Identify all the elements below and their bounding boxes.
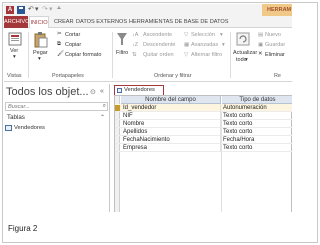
chevron-down-icon[interactable]: ▾	[245, 57, 248, 63]
access-logo-icon: A	[6, 6, 14, 14]
copiar-formato-button[interactable]: Copiar formato	[65, 52, 101, 58]
seleccion-button[interactable]: Selección	[191, 32, 215, 38]
chevron-down-icon[interactable]: ▾	[222, 42, 225, 48]
toggle-filter-icon[interactable]: ▽	[184, 52, 188, 58]
design-grid: Nombre del campo Tipo de datos Id_vended…	[114, 95, 292, 212]
ribbon-tabs: ARCHIVO INICIO CREAR DATOS EXTERNOS HERR…	[4, 16, 292, 29]
table-row[interactable]: FechaNacimiento Fecha/Hora	[115, 136, 292, 144]
view-icon[interactable]	[8, 32, 22, 46]
field-name-cell[interactable]: Id_vendedor	[123, 104, 221, 112]
remove-sort-icon[interactable]: ⇅	[132, 52, 137, 58]
tab-herramientas-base-datos[interactable]: HERRAMIENTAS DE BASE DE DATOS	[129, 16, 228, 28]
field-name-cell[interactable]: FechaNacimiento	[123, 136, 221, 144]
sort-ascending-icon[interactable]: ↓A	[132, 32, 138, 38]
data-type-cell[interactable]: Texto corto	[223, 112, 292, 120]
column-header-tipo: Tipo de datos	[222, 96, 292, 104]
descendente-button[interactable]: Descendente	[143, 42, 175, 48]
guardar-button[interactable]: Guardar	[265, 42, 285, 48]
chevron-down-icon[interactable]: ▾	[38, 56, 41, 62]
avanzadas-button[interactable]: Avanzadas	[191, 42, 218, 48]
table-icon	[5, 125, 12, 131]
tab-datos-externos[interactable]: DATOS EXTERNOS	[76, 16, 127, 28]
undo-icon[interactable]: ↶	[28, 5, 34, 13]
search-input[interactable]: Buscar... ⌕	[5, 102, 108, 111]
chevron-up-icon[interactable]: ⌃	[100, 114, 105, 121]
dropdown-icon[interactable]: ▾	[49, 5, 53, 13]
selection-icon[interactable]: ▽	[184, 32, 188, 38]
format-painter-icon[interactable]: 🖌	[57, 51, 64, 57]
copy-icon[interactable]: ⧉	[57, 41, 61, 48]
search-placeholder: Buscar...	[8, 104, 30, 110]
column-header-nombre: Nombre del campo	[121, 96, 221, 104]
tab-archivo[interactable]: ARCHIVO	[4, 16, 30, 28]
save-icon[interactable]	[17, 6, 25, 14]
eliminar-button[interactable]: Eliminar	[265, 52, 285, 58]
ribbon: Ver ▾ Vistas Pegar ▾ ✂ Cortar ⧉ Copiar 🖌…	[4, 28, 292, 82]
redo-icon[interactable]: ↷	[42, 5, 48, 13]
table-row[interactable]: Id_vendedor Autonumeración	[115, 104, 292, 112]
group-label-portapapeles: Portapapeles	[52, 73, 84, 79]
copiar-button[interactable]: Copiar	[65, 42, 81, 48]
data-type-cell[interactable]: Texto corto	[223, 144, 292, 152]
nav-pane-title[interactable]: Todos los objet...	[6, 86, 89, 98]
table-row[interactable]: NIF Texto corto	[115, 112, 292, 120]
table-icon	[117, 88, 122, 93]
context-tab-label: HERRAM	[267, 7, 292, 13]
field-name-cell[interactable]: Empresa	[123, 144, 221, 152]
customize-quick-access-icon[interactable]: ⩡	[57, 5, 61, 13]
table-row[interactable]: Empresa Texto corto	[115, 144, 292, 152]
search-icon[interactable]: ⌕	[103, 103, 106, 110]
tab-crear[interactable]: CREAR	[54, 16, 74, 28]
data-type-cell[interactable]: Autonumeración	[223, 104, 292, 112]
group-label-vistas: Vistas	[7, 73, 22, 79]
group-separator	[112, 32, 113, 78]
paste-icon[interactable]	[34, 32, 48, 48]
cortar-button[interactable]: Cortar	[65, 32, 80, 38]
field-name-cell[interactable]: Apellidos	[123, 128, 221, 136]
data-type-cell[interactable]: Texto corto	[223, 120, 292, 128]
data-type-cell[interactable]: Fecha/Hora	[223, 136, 292, 144]
data-type-cell[interactable]: Texto corto	[223, 128, 292, 136]
group-label-registros: Re	[274, 73, 281, 79]
sort-descending-icon[interactable]: ↓Z	[132, 42, 138, 48]
document-area: Vendedores Nombre del campo Tipo de dato…	[111, 84, 292, 212]
navigation-pane: Todos los objet... ⊙ « Buscar... ⌕ Tabla…	[4, 84, 110, 212]
alternar-filtro-button[interactable]: Alternar filtro	[191, 52, 222, 58]
ascendente-button[interactable]: Ascendente	[143, 32, 172, 38]
actualizar-button[interactable]: Actualizar	[233, 50, 257, 56]
group-separator	[230, 32, 231, 78]
field-name-cell[interactable]: NIF	[123, 112, 221, 120]
filtro-button[interactable]: Filtro	[116, 50, 128, 56]
new-record-icon[interactable]: ▤	[258, 32, 263, 38]
figure-caption: Figura 2	[8, 224, 38, 233]
chevron-down-icon[interactable]: ▾	[220, 32, 223, 38]
nav-options-icon[interactable]: ⊙	[90, 88, 96, 96]
dropdown-icon[interactable]: ▾	[35, 5, 39, 13]
field-name-cell[interactable]: Nombre	[123, 120, 221, 128]
quitar-orden-button[interactable]: Quitar orden	[143, 52, 174, 58]
access-window: A ↶ ▾ ↷ ▾ ⩡ HERRAM ARCHIVO INICIO CREAR …	[4, 4, 292, 212]
group-separator	[28, 32, 29, 78]
table-row[interactable]: Apellidos Texto corto	[115, 128, 292, 136]
doc-tab-label: Vendedores	[124, 87, 155, 93]
filter-icon[interactable]	[116, 32, 128, 46]
nav-section-tablas[interactable]: Tablas	[7, 114, 25, 121]
save-record-icon[interactable]: ▣	[258, 42, 263, 48]
title-bar: A ↶ ▾ ↷ ▾ ⩡	[4, 4, 292, 16]
chevron-down-icon[interactable]: ▾	[13, 54, 16, 60]
primary-key-icon	[115, 105, 120, 111]
collapse-pane-icon[interactable]: «	[100, 88, 104, 95]
advanced-filter-icon[interactable]: ▦	[184, 42, 189, 48]
tab-vendedores[interactable]: Vendedores	[114, 85, 164, 95]
nav-item-vendedores[interactable]: Vendedores	[14, 125, 45, 131]
delete-icon[interactable]: ✕	[258, 51, 263, 57]
group-label-ordenar: Ordenar y filtrar	[154, 73, 192, 79]
nuevo-button[interactable]: Nuevo	[265, 32, 281, 38]
scissors-icon[interactable]: ✂	[57, 31, 62, 37]
table-row[interactable]: Nombre Texto corto	[115, 120, 292, 128]
refresh-icon[interactable]	[236, 32, 250, 46]
